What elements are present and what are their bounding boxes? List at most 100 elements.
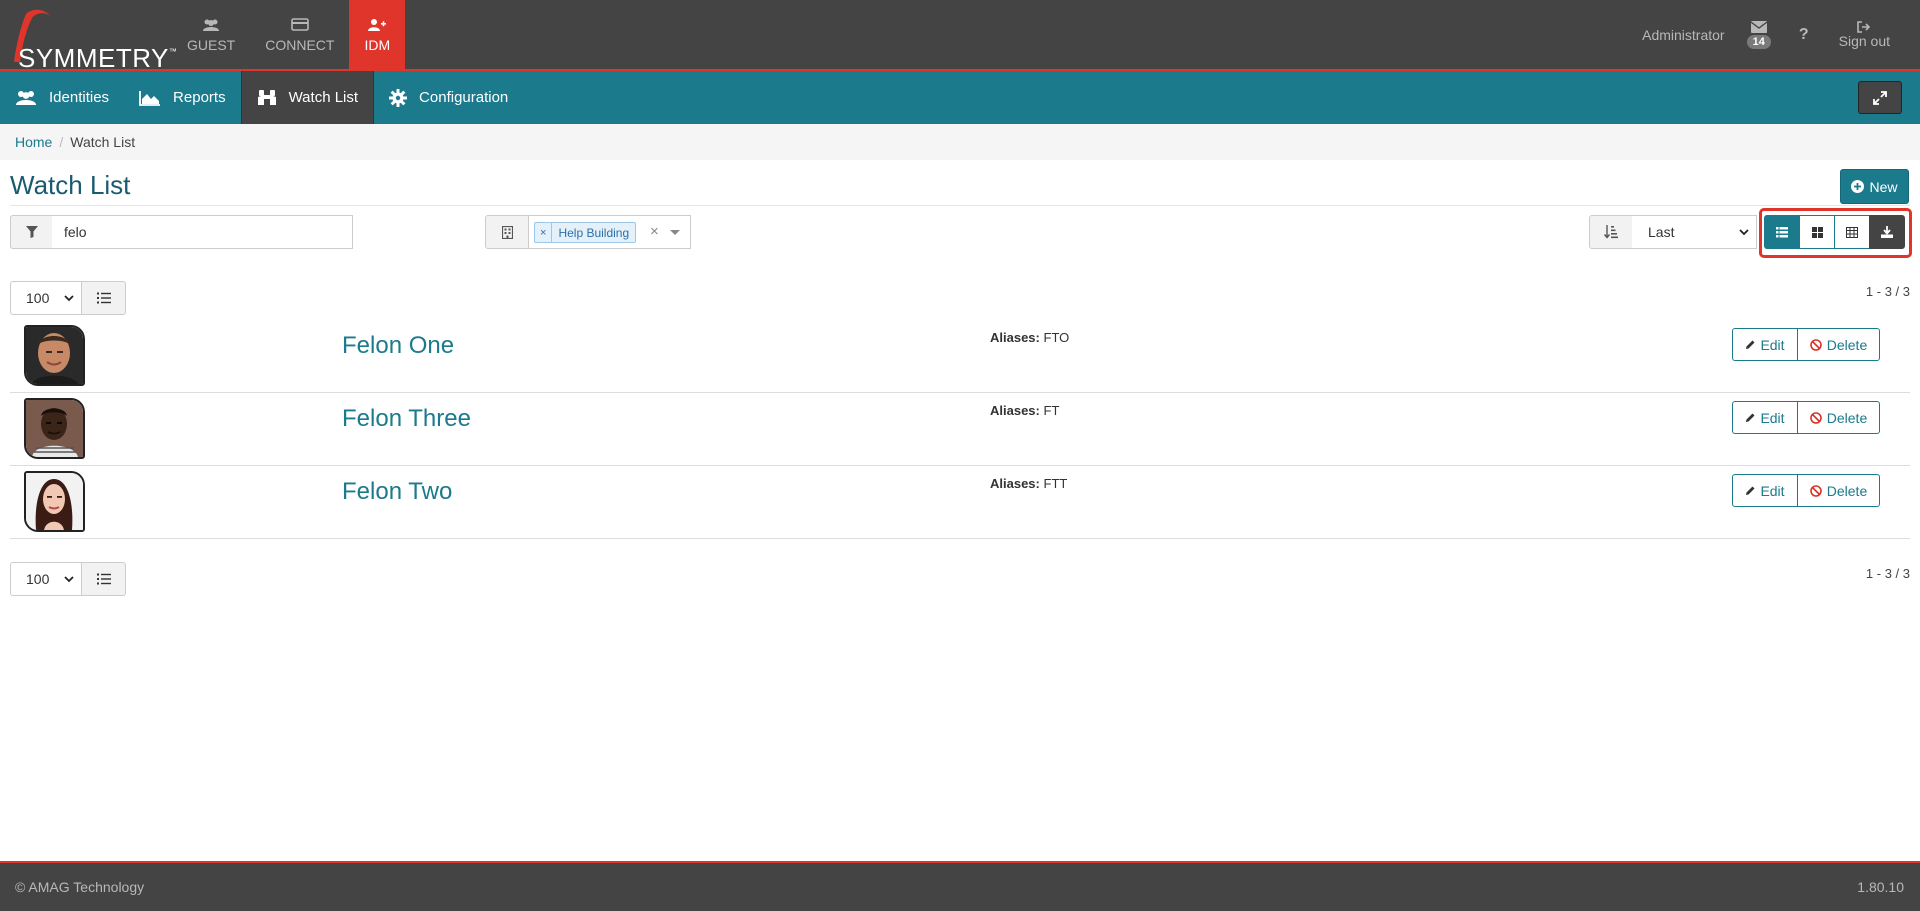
tag-remove-button[interactable]: × bbox=[535, 223, 553, 242]
sort-addon[interactable] bbox=[1589, 215, 1633, 249]
fullscreen-button[interactable] bbox=[1858, 81, 1902, 114]
sort-select[interactable]: Last bbox=[1632, 215, 1757, 249]
topnav-guest[interactable]: GUEST bbox=[172, 0, 250, 69]
breadcrumb-home[interactable]: Home bbox=[15, 134, 52, 150]
aliases-value: FTO bbox=[1043, 330, 1070, 345]
building-addon bbox=[485, 215, 529, 249]
ban-icon bbox=[1809, 411, 1822, 424]
list-view-button[interactable] bbox=[1764, 215, 1800, 249]
export-button[interactable] bbox=[1869, 215, 1905, 249]
delete-button[interactable]: Delete bbox=[1797, 401, 1880, 434]
secondary-nav: Identities Reports Watch List Configurat… bbox=[0, 71, 1920, 124]
top-bar: SYMMETRY™ GUEST CONNECT IDM Administrato… bbox=[0, 0, 1920, 73]
user-name[interactable]: Administrator bbox=[1642, 27, 1724, 43]
subnav-identities[interactable]: Identities bbox=[0, 71, 124, 124]
edit-button[interactable]: Edit bbox=[1732, 328, 1798, 361]
delete-label: Delete bbox=[1826, 482, 1868, 499]
title-divider bbox=[10, 205, 1910, 206]
subnav-configuration[interactable]: Configuration bbox=[374, 71, 523, 124]
subnav-watch-list[interactable]: Watch List bbox=[240, 71, 375, 124]
clear-selection-button[interactable]: × bbox=[650, 223, 659, 240]
breadcrumb-current: Watch List bbox=[70, 134, 136, 150]
aliases-field: Aliases: FT bbox=[990, 403, 1059, 418]
delete-button[interactable]: Delete bbox=[1797, 328, 1880, 361]
person-photo-icon bbox=[26, 400, 83, 457]
search-input[interactable] bbox=[52, 215, 353, 249]
edit-button[interactable]: Edit bbox=[1732, 474, 1798, 507]
avatar[interactable] bbox=[24, 398, 85, 459]
identity-name-link[interactable]: Felon Three bbox=[342, 405, 471, 433]
page-title: Watch List bbox=[10, 170, 131, 200]
copyright-text: © AMAG Technology bbox=[15, 879, 145, 895]
edit-button[interactable]: Edit bbox=[1732, 401, 1798, 434]
aliases-value: FT bbox=[1043, 403, 1060, 418]
identity-name-link[interactable]: Felon One bbox=[342, 332, 454, 360]
help-button[interactable]: ? bbox=[1799, 26, 1809, 44]
ban-icon bbox=[1809, 338, 1822, 351]
mail-button[interactable]: 14 bbox=[1746, 20, 1771, 49]
card-icon bbox=[291, 17, 309, 33]
list-options-button[interactable] bbox=[82, 562, 126, 596]
top-right-controls: Administrator 14 ? Sign out bbox=[1642, 0, 1920, 69]
new-button[interactable]: New bbox=[1840, 169, 1909, 204]
view-mode-group bbox=[1764, 215, 1905, 249]
chevron-down-icon bbox=[1739, 229, 1749, 236]
page-size-value: 100 bbox=[26, 290, 50, 306]
ban-icon bbox=[1809, 484, 1822, 497]
result-count: 1 - 3 / 3 bbox=[1865, 284, 1910, 299]
page-size-value: 100 bbox=[26, 571, 50, 587]
list-options-button[interactable] bbox=[82, 281, 126, 315]
building-tag: × Help Building bbox=[534, 222, 637, 243]
users-icon bbox=[16, 90, 36, 105]
list-icon bbox=[1776, 226, 1788, 237]
building-icon bbox=[501, 225, 513, 239]
gear-icon bbox=[389, 88, 408, 107]
new-button-label: New bbox=[1869, 178, 1898, 195]
filter-addon bbox=[10, 215, 53, 249]
chevron-down-icon[interactable] bbox=[670, 230, 680, 235]
user-plus-icon bbox=[368, 17, 387, 33]
aliases-value: FTT bbox=[1043, 476, 1068, 491]
building-select[interactable]: × Help Building × bbox=[528, 215, 691, 249]
subnav-label: Watch List bbox=[288, 89, 359, 106]
aliases-label: Aliases: bbox=[990, 330, 1040, 345]
subnav-label: Reports bbox=[173, 89, 226, 106]
symmetry-logo[interactable]: SYMMETRY™ bbox=[8, 6, 177, 73]
footer: © AMAG Technology 1.80.10 bbox=[0, 861, 1920, 911]
avatar[interactable] bbox=[24, 471, 85, 532]
topnav-connect[interactable]: CONNECT bbox=[250, 0, 349, 69]
sign-out-icon bbox=[1857, 20, 1871, 33]
filter-icon bbox=[25, 226, 38, 238]
aliases-field: Aliases: FTT bbox=[990, 476, 1067, 491]
sign-out-button[interactable]: Sign out bbox=[1838, 20, 1890, 49]
subnav-reports[interactable]: Reports bbox=[124, 71, 241, 124]
delete-button[interactable]: Delete bbox=[1797, 474, 1880, 507]
expand-icon bbox=[1873, 90, 1887, 105]
topnav-label: CONNECT bbox=[265, 36, 335, 53]
grid-view-button[interactable] bbox=[1799, 215, 1835, 249]
delete-label: Delete bbox=[1826, 409, 1868, 426]
delete-label: Delete bbox=[1826, 336, 1868, 353]
plus-circle-icon bbox=[1851, 180, 1865, 193]
sort-amount-icon bbox=[1604, 225, 1618, 239]
person-photo-icon bbox=[26, 327, 83, 384]
page-size-select[interactable]: 100 bbox=[10, 562, 82, 596]
person-photo-icon bbox=[26, 473, 83, 530]
sort-value: Last bbox=[1648, 224, 1675, 240]
binoculars-icon bbox=[257, 89, 276, 105]
sign-out-label: Sign out bbox=[1838, 32, 1890, 49]
pencil-icon bbox=[1746, 486, 1755, 495]
topnav-label: IDM bbox=[364, 36, 391, 53]
list-item: Felon Two Aliases: FTT Edit Delete bbox=[10, 466, 1910, 539]
breadcrumb: Home / Watch List bbox=[0, 124, 1920, 160]
page-size-select[interactable]: 100 bbox=[10, 281, 82, 315]
list-item: Felon Three Aliases: FT Edit Delete bbox=[10, 393, 1910, 466]
identity-name-link[interactable]: Felon Two bbox=[342, 478, 452, 506]
topnav-label: GUEST bbox=[187, 36, 236, 53]
pager-bottom: 100 bbox=[10, 562, 126, 596]
subnav-label: Configuration bbox=[419, 89, 509, 106]
table-view-button[interactable] bbox=[1834, 215, 1870, 249]
topnav-idm[interactable]: IDM bbox=[349, 0, 406, 69]
pager-top: 100 bbox=[10, 281, 126, 315]
avatar[interactable] bbox=[24, 325, 85, 386]
